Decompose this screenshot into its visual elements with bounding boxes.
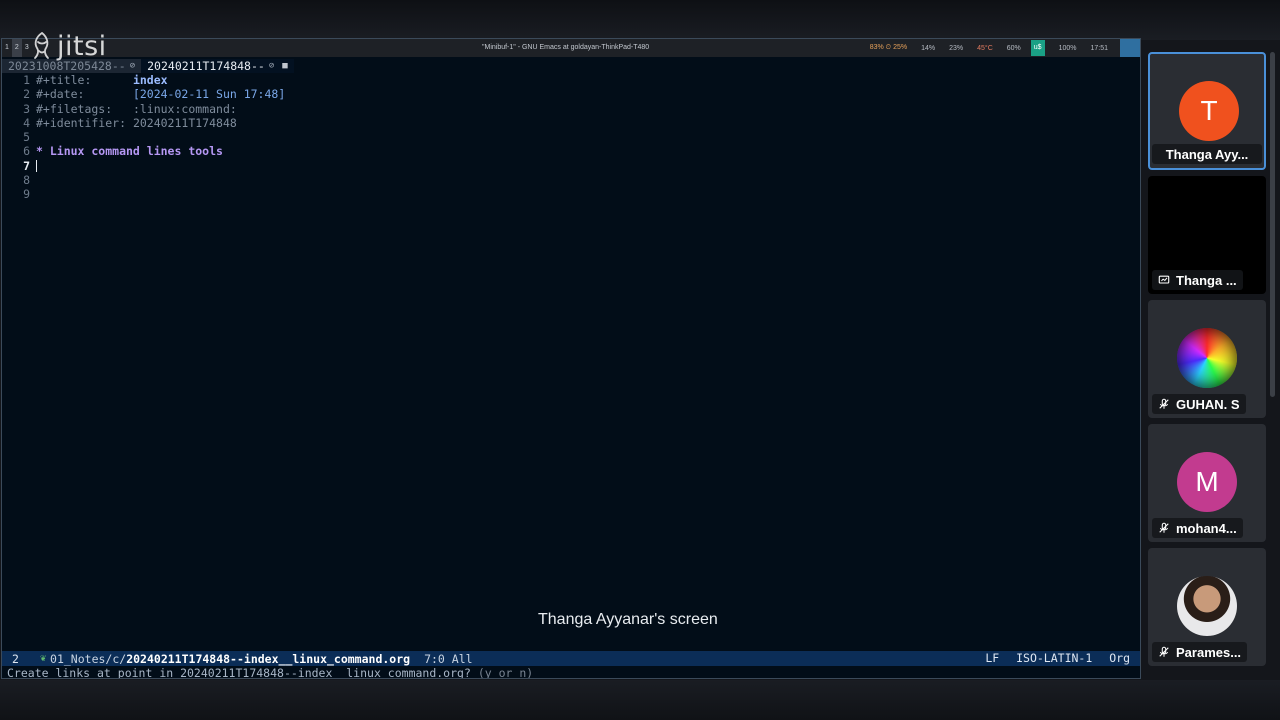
file-path: 01_Notes/c/20240211T174848--index__linux… — [50, 652, 410, 666]
keyword: #+identifier: — [36, 115, 133, 130]
jitsi-logo-icon — [34, 32, 49, 59]
temperature-indicator: 45°C — [977, 44, 993, 52]
line-number: 4 — [23, 115, 30, 130]
text-cursor — [36, 159, 37, 172]
avatar-photo — [1177, 576, 1237, 636]
participant-name: Thanga ... — [1152, 270, 1243, 290]
buffer-line: 3 #+filetags: :linux:command: — [2, 102, 1140, 116]
cursor-position: 7:0 All — [424, 651, 473, 666]
minibuffer-prompt: Create links at point in 20240211T174848… — [7, 666, 478, 679]
date-value[interactable]: [2024-02-11 Sun 17:48] — [133, 87, 285, 101]
avatar-initial: M — [1195, 466, 1219, 497]
mic-off-icon — [1159, 398, 1169, 409]
keyword: #+filetags: — [36, 101, 133, 116]
mode-line-right: LF ISO-LATIN-1 Org — [975, 651, 1130, 666]
keyboard-layout-badge: u$ — [1030, 40, 1045, 56]
line-number: 7 — [23, 158, 30, 173]
participant-name-text: mohan4... — [1176, 520, 1237, 536]
mic-off-icon — [1159, 522, 1169, 533]
buffer-line: 5 — [2, 130, 1140, 144]
screen-share-icon — [1158, 275, 1170, 284]
eol-indicator: LF — [985, 651, 1000, 665]
buffer-line: 9 — [2, 187, 1140, 201]
background-bottom — [0, 680, 1280, 720]
jitsi-logo-text: jitsi — [57, 30, 107, 62]
desktop-status-bar: 1 2 3 "Minibuf-1" - GNU Emacs at goldaya… — [2, 39, 1140, 57]
emacs-tab-line: 20231008T205428-- ⊘ 20240211T174848-- ⊘ … — [2, 59, 1140, 73]
participant-tile-screenshare[interactable]: Thanga ... — [1148, 176, 1266, 294]
workspace-1[interactable]: 1 — [2, 39, 12, 57]
keyword: #+title: — [36, 73, 133, 87]
line-number: 3 — [23, 101, 30, 116]
line-number: 5 — [23, 130, 30, 145]
participant-tile[interactable]: GUHAN. S — [1148, 300, 1266, 418]
emacs-mode-line: 2 ❦ 01_Notes/c/20240211T174848--index__l… — [2, 651, 1140, 666]
participant-name: GUHAN. S — [1152, 394, 1246, 414]
line-number: 6 — [23, 144, 30, 159]
avatar: M — [1177, 452, 1237, 512]
cpu-indicator: 83% ⏲ 25% — [869, 44, 908, 51]
participant-tile-dominant[interactable]: T Thanga Ayy... — [1148, 52, 1266, 170]
avatar-initial: T — [1200, 95, 1218, 126]
participant-tile[interactable]: M mohan4... — [1148, 424, 1266, 542]
workspace-switcher[interactable]: 1 2 3 — [2, 39, 32, 57]
buffer-line: 4 #+identifier: 20240211T174848 — [2, 116, 1140, 130]
buffer-tab-label: 20240211T174848-- — [147, 59, 265, 73]
workspace-2[interactable]: 2 — [11, 39, 22, 57]
line-number: 9 — [23, 187, 30, 202]
participant-name: Parames... — [1152, 642, 1248, 662]
close-icon[interactable]: ⊘ — [130, 59, 135, 73]
participants-filmstrip: T Thanga Ayy... Thanga ... GUHAN. S M mo… — [1146, 48, 1270, 680]
shared-screen[interactable]: 1 2 3 "Minibuf-1" - GNU Emacs at goldaya… — [1, 38, 1141, 679]
clock: 17:51 — [1090, 44, 1108, 52]
participant-name-text: Thanga Ayy... — [1165, 146, 1249, 162]
filmstrip-scrollbar[interactable] — [1270, 52, 1275, 397]
participant-name: Thanga Ayy... — [1152, 144, 1262, 164]
jitsi-logo: jitsi — [30, 29, 107, 63]
buffer-line: 1 #+title: index — [2, 73, 1140, 87]
window-number: 2 — [12, 651, 19, 666]
system-stats: 83% ⏲ 25% 14% 23% 45°C 60% u$ 100% 17:51 — [856, 39, 1140, 57]
system-tray[interactable] — [1120, 39, 1140, 57]
identifier-value: 20240211T174848 — [132, 115, 237, 130]
window-title: "Minibuf-1" - GNU Emacs at goldayan-Thin… — [482, 44, 650, 51]
major-mode: Org — [1109, 651, 1130, 665]
modified-indicator-icon: ■ — [282, 61, 288, 71]
filetags-value: :linux:command: — [132, 101, 237, 116]
buffer-line-current: 7 — [2, 159, 1140, 173]
file-path-name: 20240211T174848--index__linux_command.or… — [126, 651, 411, 666]
line-number: 8 — [23, 173, 30, 188]
encoding-indicator: ISO-LATIN-1 — [1016, 651, 1093, 665]
emacs-buffer[interactable]: 1 #+title: index 2 #+date: [2024-02-11 S… — [2, 73, 1140, 651]
battery-indicator: 100% — [1058, 44, 1077, 52]
line-number: 1 — [23, 73, 30, 87]
memory-indicator: 14% — [921, 44, 936, 52]
buffer-line: 6 * Linux command lines tools — [2, 144, 1140, 158]
participant-tile[interactable]: Parames... — [1148, 548, 1266, 666]
avatar: T — [1179, 81, 1239, 141]
buffer-tab-current[interactable]: 20240211T174848-- ⊘ ■ — [141, 59, 294, 73]
brightness-indicator: 60% — [1006, 44, 1021, 52]
participant-name-text: Parames... — [1176, 644, 1242, 660]
file-path-dir: 01_Notes/c/ — [50, 651, 127, 666]
buffer-line: 8 — [2, 173, 1140, 187]
avatar — [1177, 328, 1237, 388]
minibuffer-hint: (y or n) — [477, 666, 541, 679]
participant-name-text: Thanga ... — [1176, 272, 1237, 288]
git-branch-icon: ❦ — [40, 653, 47, 664]
title-value: index — [132, 73, 168, 87]
mic-off-icon — [1159, 646, 1169, 657]
buffer-line: 2 #+date: [2024-02-11 Sun 17:48] — [2, 87, 1140, 101]
participant-name-text: GUHAN. S — [1176, 396, 1240, 412]
background-top — [0, 0, 1280, 40]
keyword: #+date: — [36, 87, 133, 102]
line-number: 2 — [23, 87, 30, 102]
minibuffer[interactable]: Create links at point in 20240211T174848… — [2, 666, 1140, 679]
participant-name: mohan4... — [1152, 518, 1243, 538]
close-icon[interactable]: ⊘ — [269, 59, 274, 73]
org-heading[interactable]: * Linux command lines tools — [36, 144, 223, 158]
disk-indicator: 23% — [949, 44, 964, 52]
screen-share-caption: Thanga Ayyanar's screen — [520, 610, 756, 630]
